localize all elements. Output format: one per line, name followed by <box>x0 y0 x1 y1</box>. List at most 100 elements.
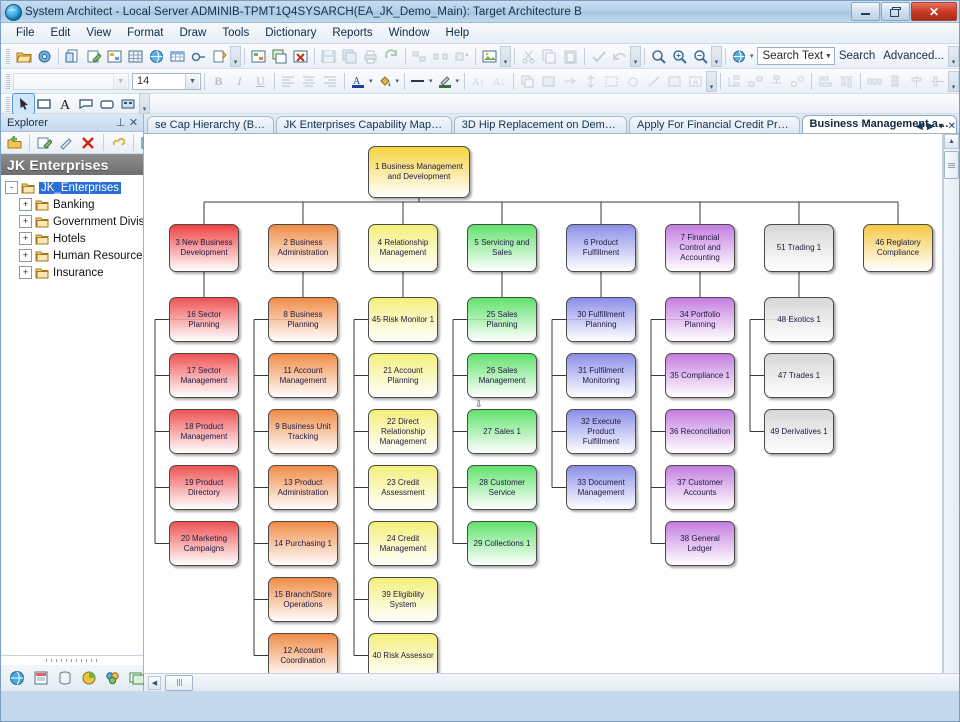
explorer-splitter[interactable] <box>1 656 143 665</box>
advanced-search-button[interactable]: Advanced... <box>879 50 948 62</box>
fill-color-icon[interactable] <box>374 71 395 91</box>
node-35[interactable]: 35 Compliance 1 <box>665 353 735 398</box>
swap-size-icon[interactable] <box>559 71 580 91</box>
new-item-icon[interactable] <box>4 133 25 153</box>
node-24[interactable]: 24 Credit Management <box>368 521 438 566</box>
node-26[interactable]: 26 Sales Management <box>467 353 537 398</box>
node-27[interactable]: 27 Sales 1 <box>467 409 537 454</box>
increase-font-icon[interactable]: A↑ <box>468 71 489 91</box>
toolbar-overflow-3[interactable]: ▾ <box>630 46 641 67</box>
menu-window[interactable]: Window <box>382 25 437 41</box>
format-toolbar-grip[interactable] <box>6 73 10 89</box>
line-style-icon[interactable] <box>408 71 429 91</box>
hierarchy-layout-icon[interactable] <box>766 71 787 91</box>
node-31[interactable]: 31 Fulfilment Monitoring <box>566 353 636 398</box>
link-item-icon[interactable] <box>108 133 129 153</box>
tree-label-government-division[interactable]: Government Division <box>53 216 143 228</box>
restore-button[interactable] <box>881 2 910 21</box>
menu-draw[interactable]: Draw <box>173 25 214 41</box>
tree-label-human-resources[interactable]: Human Resources <box>53 250 143 262</box>
align-left-icon[interactable] <box>278 71 299 91</box>
menu-edit[interactable]: Edit <box>44 25 78 41</box>
orthogonal-layout-icon[interactable] <box>745 71 766 91</box>
distribute-objects-icon[interactable] <box>430 46 451 66</box>
minimize-button[interactable] <box>851 2 880 21</box>
tree-toggle-banking[interactable]: + <box>19 198 32 211</box>
print-icon[interactable] <box>360 46 381 66</box>
font-size-select[interactable]: 14 ▼ <box>132 73 201 90</box>
note-shape-icon[interactable] <box>76 94 97 114</box>
node-49[interactable]: 49 Derivatives 1 <box>764 409 834 454</box>
menu-tools[interactable]: Tools <box>215 25 256 41</box>
align-left-objects-icon[interactable] <box>815 71 836 91</box>
scroll-left-button[interactable]: ◀ <box>148 676 161 690</box>
search-button[interactable]: Search <box>835 50 879 62</box>
tree-label-hotels[interactable]: Hotels <box>53 233 86 245</box>
search-globe-icon[interactable] <box>729 46 750 66</box>
node-6[interactable]: 6 Product Fulfillment <box>566 224 636 272</box>
tab-close-button[interactable]: ✕ <box>948 121 956 132</box>
format-painter-icon[interactable] <box>538 71 559 91</box>
node-22[interactable]: 22 Direct Relationship Management <box>368 409 438 454</box>
duplicate-icon[interactable] <box>517 71 538 91</box>
node-8[interactable]: 8 Business Planning <box>268 297 338 342</box>
node-3[interactable]: 3 New Business Development <box>169 224 239 272</box>
pie-view-icon[interactable] <box>78 668 99 688</box>
text-box-icon[interactable]: A <box>685 71 706 91</box>
align-top-objects-icon[interactable] <box>836 71 857 91</box>
tree-item-insurance[interactable]: + Insurance <box>5 264 143 281</box>
node-20[interactable]: 20 Marketing Campaigns <box>169 521 239 566</box>
tab-apply-financial-credit[interactable]: Apply For Financial Credit Product. <box>629 116 799 133</box>
tree-item-human-resources[interactable]: + Human Resources <box>5 247 143 264</box>
encyclopedia-view-icon[interactable] <box>30 668 51 688</box>
menu-help[interactable]: Help <box>439 25 477 41</box>
node-25[interactable]: 25 Sales Planning <box>467 297 537 342</box>
horizontal-scroll-thumb[interactable] <box>165 675 193 691</box>
database-view-icon[interactable] <box>54 668 75 688</box>
node-39[interactable]: 39 Eligibility System <box>368 577 438 622</box>
tab-list-button[interactable]: ▾ <box>939 121 944 132</box>
symmetric-layout-icon[interactable] <box>787 71 808 91</box>
node-28[interactable]: 28 Customer Service <box>467 465 537 510</box>
refresh-icon[interactable] <box>381 46 402 66</box>
zoom-in-icon[interactable] <box>669 46 690 66</box>
node-38[interactable]: 38 General Ledger <box>665 521 735 566</box>
node-5[interactable]: 5 Servicing and Sales <box>467 224 537 272</box>
save-icon[interactable] <box>318 46 339 66</box>
toolbar-overflow-4[interactable]: ▾ <box>711 46 722 67</box>
node-45[interactable]: 45 Risk Monitor 1 <box>368 297 438 342</box>
node-15[interactable]: 15 Branch/Store Operations <box>268 577 338 622</box>
draw-line-icon[interactable] <box>643 71 664 91</box>
vertical-scroll-thumb[interactable] <box>944 151 959 179</box>
node-21[interactable]: 21 Account Planning <box>368 353 438 398</box>
space-vertically-icon[interactable] <box>885 71 906 91</box>
image-placeholder-icon[interactable] <box>118 94 139 114</box>
select-pointer-icon[interactable] <box>13 94 34 114</box>
node-19[interactable]: 19 Product Directory <box>169 465 239 510</box>
node-18[interactable]: 18 Product Management <box>169 409 239 454</box>
toolbar-overflow-1[interactable]: ▾ <box>230 46 241 67</box>
diagram-icon[interactable] <box>104 46 125 66</box>
rounded-rect-icon[interactable] <box>97 94 118 114</box>
node-51[interactable]: 51 Trading 1 <box>764 224 834 272</box>
resize-height-icon[interactable] <box>580 71 601 91</box>
italic-button[interactable]: I <box>229 71 250 91</box>
bold-button[interactable]: B <box>208 71 229 91</box>
tree-toggle-human-resources[interactable]: + <box>19 249 32 262</box>
tree-layout-icon[interactable] <box>724 71 745 91</box>
tree-label-insurance[interactable]: Insurance <box>53 267 104 279</box>
toolbar-overflow-2[interactable]: ▾ <box>500 46 511 67</box>
tree-item-government-division[interactable]: + Government Division <box>5 213 143 230</box>
node-46[interactable]: 46 Reglatory Compliance <box>863 224 933 272</box>
globe-view-icon[interactable] <box>6 668 27 688</box>
tab-next-button[interactable]: ▶ <box>927 121 935 132</box>
rectangle-shape-icon[interactable] <box>34 94 55 114</box>
node-32[interactable]: 32 Execute Product Fulfillment <box>566 409 636 454</box>
matrix-view-icon[interactable] <box>102 668 123 688</box>
close-icon[interactable]: ✕ <box>127 116 140 129</box>
vertical-scrollbar[interactable]: ▲ <box>943 134 959 673</box>
save-all-icon[interactable] <box>339 46 360 66</box>
edit-document-icon[interactable] <box>83 46 104 66</box>
menu-format[interactable]: Format <box>120 25 170 41</box>
bring-front-icon[interactable] <box>451 46 472 66</box>
